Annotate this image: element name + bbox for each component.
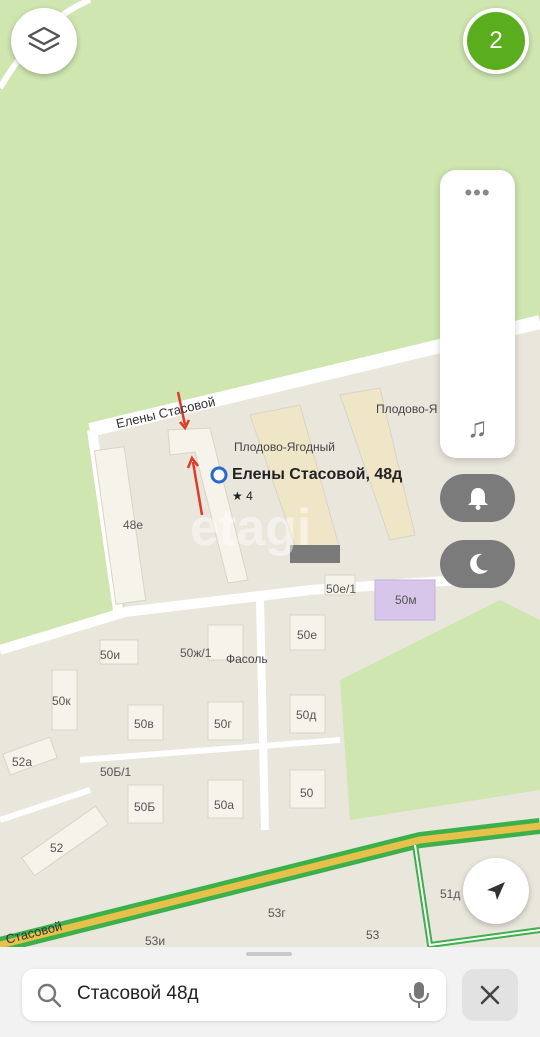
search-sheet: Стасовой 48д xyxy=(0,947,540,1037)
building-label: 50а xyxy=(214,798,235,812)
building-label: 52 xyxy=(50,841,64,855)
layers-button[interactable] xyxy=(11,8,77,74)
building-label: 50г xyxy=(214,717,232,731)
sheet-grabber[interactable] xyxy=(246,952,292,956)
search-query-text[interactable]: Стасовой 48д xyxy=(77,983,199,1005)
close-icon xyxy=(480,985,500,1005)
my-location-button[interactable] xyxy=(463,858,529,924)
moon-icon xyxy=(469,553,488,574)
clear-search-button[interactable] xyxy=(462,969,518,1021)
watermark: etagi xyxy=(190,499,311,557)
building-label: 53г xyxy=(268,906,286,920)
night-mode-button[interactable] xyxy=(440,540,515,588)
building-label: 50ж/1 xyxy=(180,646,212,660)
building-label: 51д xyxy=(440,887,461,901)
microphone-icon[interactable] xyxy=(408,981,430,1009)
rating-label: ★ 4 xyxy=(232,489,253,503)
poi-fasol-label: Фасоль xyxy=(226,652,268,666)
building-label: 50е xyxy=(297,628,318,642)
building-label: 48е xyxy=(123,518,144,532)
selected-address-label[interactable]: Елены Стасовой, 48д xyxy=(232,466,402,484)
building-label: 50и xyxy=(100,648,121,662)
building-label: 53 xyxy=(366,928,380,942)
count-badge[interactable]: 2 xyxy=(463,8,529,74)
building-label: 50к xyxy=(52,694,71,708)
music-icon[interactable]: ♫ xyxy=(440,412,515,444)
building-label: 50в xyxy=(134,717,154,731)
count-value: 2 xyxy=(467,12,525,70)
building-label: 50Б/1 xyxy=(100,765,132,779)
poi-plodovo-label: Плодово-Ягодный xyxy=(234,440,335,454)
layers-icon xyxy=(27,26,61,53)
building-label: 50е/1 xyxy=(326,582,357,596)
bell-icon xyxy=(467,488,488,510)
building-label: 50д xyxy=(296,708,317,722)
search-input[interactable]: Стасовой 48д xyxy=(22,969,446,1021)
road-inner-1 xyxy=(256,599,269,831)
building-label: 50Б xyxy=(134,800,156,814)
search-icon xyxy=(37,983,62,1008)
side-control-panel[interactable]: ••• ♫ xyxy=(440,170,515,458)
building-label: 50м xyxy=(395,593,417,607)
location-pin-icon xyxy=(210,466,228,484)
more-options-icon[interactable]: ••• xyxy=(440,180,515,206)
navigation-arrow-icon xyxy=(487,882,505,900)
notifications-button[interactable] xyxy=(440,474,515,522)
building-label: 52а xyxy=(12,755,33,769)
building-label: 53и xyxy=(145,934,166,948)
poi-plodovo2-label: Плодово-Я xyxy=(376,402,438,416)
building-label: 50 xyxy=(300,786,314,800)
